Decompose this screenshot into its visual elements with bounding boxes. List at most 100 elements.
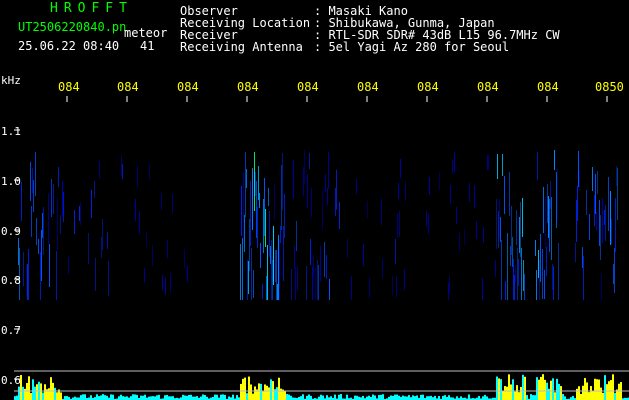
meteor-streak bbox=[476, 221, 477, 239]
freq-tick-label: 0.6 bbox=[1, 374, 21, 387]
meteor-streak bbox=[428, 214, 429, 234]
level-bar bbox=[158, 394, 160, 400]
meteor-streak bbox=[616, 166, 617, 186]
level-bar bbox=[602, 392, 604, 400]
meteor-streak bbox=[604, 210, 605, 225]
level-bar bbox=[394, 394, 396, 400]
level-bar bbox=[280, 388, 282, 400]
meteor-streak bbox=[514, 275, 515, 300]
meteor-streak bbox=[257, 207, 258, 248]
meteor-streak bbox=[613, 264, 614, 284]
level-bar bbox=[594, 378, 596, 400]
meteor-streak bbox=[91, 190, 92, 218]
meteor-streak bbox=[276, 250, 277, 300]
level-bar bbox=[558, 383, 560, 400]
meteor-streak bbox=[135, 199, 136, 221]
meteor-streak bbox=[307, 174, 308, 208]
level-bar bbox=[136, 394, 138, 400]
time-tick-label: 0850 bbox=[595, 80, 624, 94]
meteor-streak bbox=[262, 284, 263, 299]
meteor-streak bbox=[523, 260, 524, 291]
meteor-streak bbox=[538, 250, 539, 278]
level-bar bbox=[498, 378, 500, 400]
filename-label: UT2506220840.pn bbox=[18, 20, 127, 34]
level-bar bbox=[200, 396, 202, 400]
antenna-value: : 5el Yagi Az 280 for Seoul bbox=[314, 40, 510, 54]
meteor-streak bbox=[161, 193, 162, 210]
level-bar bbox=[100, 395, 102, 400]
meteor-streak bbox=[513, 259, 514, 300]
meteor-streak bbox=[547, 184, 548, 223]
meteor-streak bbox=[267, 245, 268, 300]
meteor-streak bbox=[496, 199, 497, 249]
meteor-streak bbox=[325, 174, 326, 192]
meteor-streak bbox=[170, 273, 171, 293]
level-bar bbox=[260, 383, 262, 400]
meteor-streak bbox=[600, 215, 601, 260]
meteor-streak bbox=[60, 215, 61, 234]
meteor-streak bbox=[558, 243, 559, 300]
meteor-streak bbox=[404, 269, 405, 290]
meteor-streak bbox=[294, 245, 295, 268]
level-bar bbox=[326, 395, 328, 400]
level-bar bbox=[134, 394, 136, 400]
level-bar bbox=[598, 379, 600, 400]
level-bar bbox=[22, 386, 24, 400]
meteor-streak bbox=[184, 249, 185, 269]
meteor-streak bbox=[519, 217, 520, 253]
meteor-streak bbox=[283, 226, 284, 281]
meteor-streak bbox=[487, 155, 488, 170]
meteor-streak bbox=[524, 274, 525, 300]
meteor-streak bbox=[347, 239, 348, 258]
level-bar bbox=[42, 392, 44, 400]
level-bar bbox=[74, 396, 76, 400]
level-bar bbox=[250, 384, 252, 400]
level-bar bbox=[64, 396, 66, 400]
meteor-streak bbox=[516, 210, 517, 245]
meteor-streak bbox=[439, 172, 440, 190]
meteor-streak bbox=[74, 210, 75, 234]
level-bar bbox=[572, 395, 574, 400]
level-bar bbox=[398, 395, 400, 400]
freq-tick-label: 0.7 bbox=[1, 324, 21, 337]
meteor-streak bbox=[545, 197, 546, 248]
meteor-streak bbox=[293, 160, 294, 199]
freq-tick-label: 0.8 bbox=[1, 274, 21, 287]
meteor-streak bbox=[608, 177, 609, 231]
level-bar bbox=[28, 376, 30, 400]
meteor-streak bbox=[275, 250, 276, 282]
level-bar bbox=[334, 394, 336, 400]
meteor-streak bbox=[95, 258, 96, 291]
meteor-streak bbox=[306, 266, 307, 300]
meteor-streak bbox=[107, 232, 108, 249]
level-bar bbox=[340, 394, 342, 400]
level-bar bbox=[512, 379, 514, 400]
meteor-streak bbox=[452, 159, 453, 174]
meteor-streak bbox=[335, 188, 336, 216]
meteor-streak bbox=[40, 252, 41, 300]
time-tick-label: 084 bbox=[477, 80, 499, 94]
meteor-streak bbox=[398, 183, 399, 199]
level-bar bbox=[552, 378, 554, 400]
meteor-streak bbox=[57, 198, 58, 250]
level-bar bbox=[540, 376, 542, 400]
meteor-streak bbox=[317, 260, 318, 300]
level-bar bbox=[508, 374, 510, 400]
meteor-streak bbox=[539, 260, 540, 300]
meteor-streak bbox=[27, 264, 28, 300]
meteor-streak bbox=[497, 154, 498, 179]
level-bar bbox=[514, 391, 516, 400]
meteor-streak bbox=[586, 190, 587, 215]
level-bar bbox=[44, 384, 46, 400]
meteor-streak bbox=[579, 170, 580, 191]
meteor-streak bbox=[108, 261, 109, 296]
meteor-streak bbox=[303, 167, 304, 196]
level-bar bbox=[468, 394, 470, 400]
level-bar bbox=[202, 394, 204, 400]
meteor-streak bbox=[552, 264, 553, 290]
level-bar bbox=[266, 385, 268, 400]
signal-level-strip bbox=[14, 374, 629, 400]
meteor-streak bbox=[540, 234, 541, 282]
meteor-streak bbox=[351, 276, 352, 300]
level-bar bbox=[438, 396, 440, 400]
